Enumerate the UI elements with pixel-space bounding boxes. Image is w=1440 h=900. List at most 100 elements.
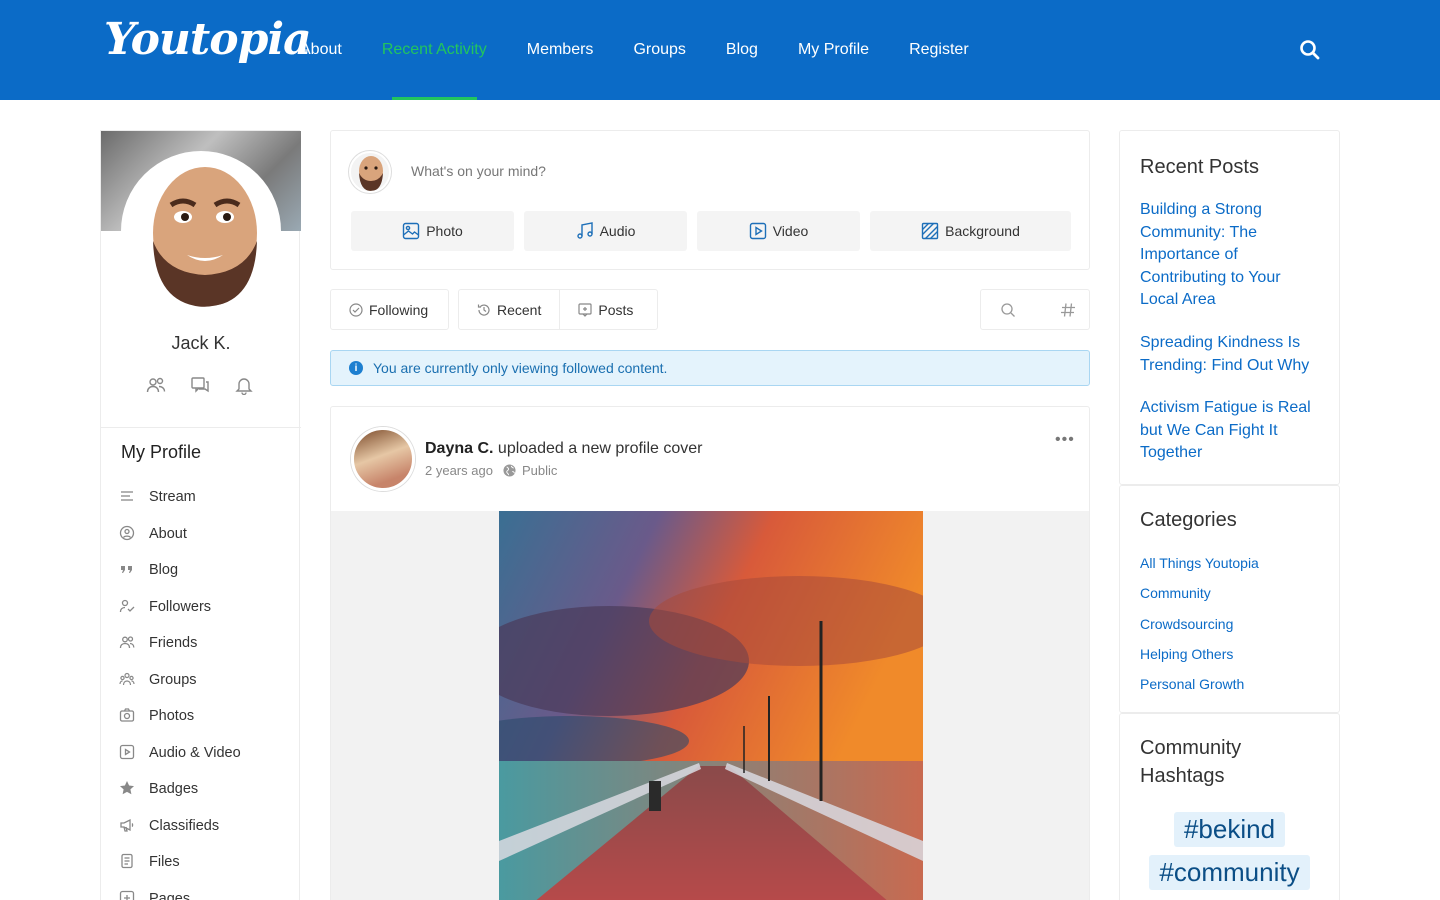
categories-list: All Things Youtopia Community Crowdsourc… bbox=[1140, 548, 1319, 699]
friends-icon[interactable] bbox=[146, 375, 168, 397]
sort-filters: Recent Posts bbox=[458, 289, 658, 330]
menu-item-followers[interactable]: Followers bbox=[119, 589, 241, 626]
background-button[interactable]: Background bbox=[870, 211, 1071, 251]
following-label: Following bbox=[369, 301, 429, 318]
profile-avatar[interactable] bbox=[121, 151, 281, 311]
post-privacy[interactable]: Public bbox=[522, 463, 557, 478]
menu-item-photos[interactable]: Photos bbox=[119, 698, 241, 735]
menu-label: Audio & Video bbox=[149, 744, 241, 761]
hashtag-cloud: #bekind #community bbox=[1120, 812, 1339, 890]
photo-icon bbox=[403, 222, 420, 240]
menu-label: Badges bbox=[149, 781, 199, 798]
hashtags-title: Community Hashtags bbox=[1140, 737, 1242, 787]
posts-button[interactable]: Posts bbox=[560, 290, 651, 329]
star-icon bbox=[119, 780, 137, 798]
recent-post-link[interactable]: Building a Strong Community: The Importa… bbox=[1140, 199, 1319, 312]
menu-item-groups[interactable]: Groups bbox=[119, 662, 241, 699]
menu-label: Blog bbox=[149, 562, 179, 579]
nav-recent-activity[interactable]: Recent Activity bbox=[382, 0, 487, 100]
photo-button[interactable]: Photo bbox=[351, 211, 514, 251]
nav-blog[interactable]: Blog bbox=[726, 0, 758, 100]
search-icon[interactable] bbox=[1298, 38, 1322, 62]
video-play-icon bbox=[749, 222, 766, 240]
audio-button-label: Audio bbox=[599, 223, 636, 239]
menu-item-blog[interactable]: Blog bbox=[119, 552, 241, 589]
post-cover-photo[interactable] bbox=[499, 511, 923, 900]
site-logo[interactable]: Youtopia bbox=[104, 14, 312, 65]
menu-label: Classifieds bbox=[149, 817, 220, 834]
recent-posts-list: Building a Strong Community: The Importa… bbox=[1140, 199, 1319, 465]
hashtag-link[interactable]: #bekind bbox=[1173, 812, 1286, 847]
menu-item-files[interactable]: Files bbox=[119, 844, 241, 881]
post-meta: 2 years ago Public bbox=[425, 463, 557, 478]
video-button[interactable]: Video bbox=[697, 211, 860, 251]
menu-label: Friends bbox=[149, 635, 198, 652]
profile-sidebar: Jack K. My Profile Stream About Blog Fol… bbox=[100, 130, 301, 900]
menu-item-pages[interactable]: Pages bbox=[119, 881, 241, 900]
menu-item-about[interactable]: About bbox=[119, 516, 241, 553]
menu-label: Groups bbox=[149, 671, 197, 688]
category-link[interactable]: Personal Growth bbox=[1140, 669, 1319, 699]
composer-input[interactable]: What's on your mind? bbox=[411, 163, 546, 179]
profile-actions bbox=[101, 375, 301, 397]
menu-item-badges[interactable]: Badges bbox=[119, 771, 241, 808]
notifications-bell-icon[interactable] bbox=[234, 375, 256, 397]
menu-label: Photos bbox=[149, 708, 195, 725]
nav-register[interactable]: Register bbox=[909, 0, 969, 100]
category-link[interactable]: Crowdsourcing bbox=[1140, 609, 1319, 639]
nav-my-profile[interactable]: My Profile bbox=[798, 0, 869, 100]
category-link[interactable]: Helping Others bbox=[1140, 639, 1319, 669]
background-pattern-icon bbox=[921, 222, 939, 240]
menu-item-stream[interactable]: Stream bbox=[119, 479, 241, 516]
recent-posts-widget: Recent Posts Building a Strong Community… bbox=[1119, 130, 1340, 485]
my-profile-heading: My Profile bbox=[121, 442, 202, 462]
post-author-name[interactable]: Dayna C. bbox=[425, 440, 493, 457]
friends-icon bbox=[119, 634, 137, 652]
menu-item-classifieds[interactable]: Classifieds bbox=[119, 808, 241, 845]
recent-post-link[interactable]: Activism Fatigue is Real but We Can Figh… bbox=[1140, 397, 1319, 465]
nav-about[interactable]: About bbox=[300, 0, 342, 100]
post-options-icon[interactable]: ••• bbox=[1055, 431, 1075, 449]
recent-post-link[interactable]: Spreading Kindness Is Trending: Find Out… bbox=[1140, 332, 1319, 377]
user-circle-icon bbox=[119, 525, 137, 543]
menu-label: Files bbox=[149, 854, 180, 871]
menu-label: About bbox=[149, 525, 187, 542]
nav-groups[interactable]: Groups bbox=[633, 0, 685, 100]
category-link[interactable]: Community bbox=[1140, 578, 1319, 608]
recent-button[interactable]: Recent bbox=[459, 290, 559, 329]
info-icon: i bbox=[349, 361, 363, 375]
groups-icon bbox=[119, 671, 137, 689]
hashtags-widget: Community Hashtags #bekind #community bbox=[1119, 713, 1340, 900]
hashtag-icon[interactable] bbox=[1041, 290, 1101, 329]
nav-members[interactable]: Members bbox=[527, 0, 594, 100]
category-link[interactable]: All Things Youtopia bbox=[1140, 548, 1319, 578]
menu-item-friends[interactable]: Friends bbox=[119, 625, 241, 662]
music-note-icon bbox=[576, 222, 593, 239]
post-author-avatar[interactable] bbox=[351, 427, 415, 491]
feed-tools bbox=[980, 289, 1090, 330]
quote-icon bbox=[119, 561, 137, 579]
categories-widget: Categories All Things Youtopia Community… bbox=[1119, 485, 1340, 713]
menu-label: Pages bbox=[149, 890, 191, 900]
main-nav: About Recent Activity Members Groups Blo… bbox=[300, 0, 1009, 100]
messages-icon[interactable] bbox=[190, 375, 212, 397]
profile-name[interactable]: Jack K. bbox=[101, 333, 301, 354]
hashtag-link[interactable]: #community bbox=[1149, 855, 1310, 890]
play-square-icon bbox=[119, 744, 137, 762]
following-button[interactable]: Following bbox=[331, 290, 446, 329]
camera-icon bbox=[119, 707, 137, 725]
sidebar-divider bbox=[101, 427, 301, 428]
background-button-label: Background bbox=[945, 223, 1020, 239]
video-button-label: Video bbox=[772, 223, 809, 239]
post-time[interactable]: 2 years ago bbox=[425, 463, 493, 478]
notice-text: You are currently only viewing followed … bbox=[373, 360, 668, 376]
post-media bbox=[331, 511, 1089, 900]
menu-item-audio-video[interactable]: Audio & Video bbox=[119, 735, 241, 772]
feed-search-icon[interactable] bbox=[981, 290, 1041, 329]
audio-button[interactable]: Audio bbox=[524, 211, 687, 251]
feed-filter-bar: Following Recent Posts bbox=[330, 289, 1090, 331]
menu-label: Followers bbox=[149, 598, 212, 615]
recent-posts-title: Recent Posts bbox=[1140, 156, 1259, 178]
menu-label: Stream bbox=[149, 489, 196, 506]
post-composer: What's on your mind? Photo Audio Video B… bbox=[330, 130, 1090, 270]
